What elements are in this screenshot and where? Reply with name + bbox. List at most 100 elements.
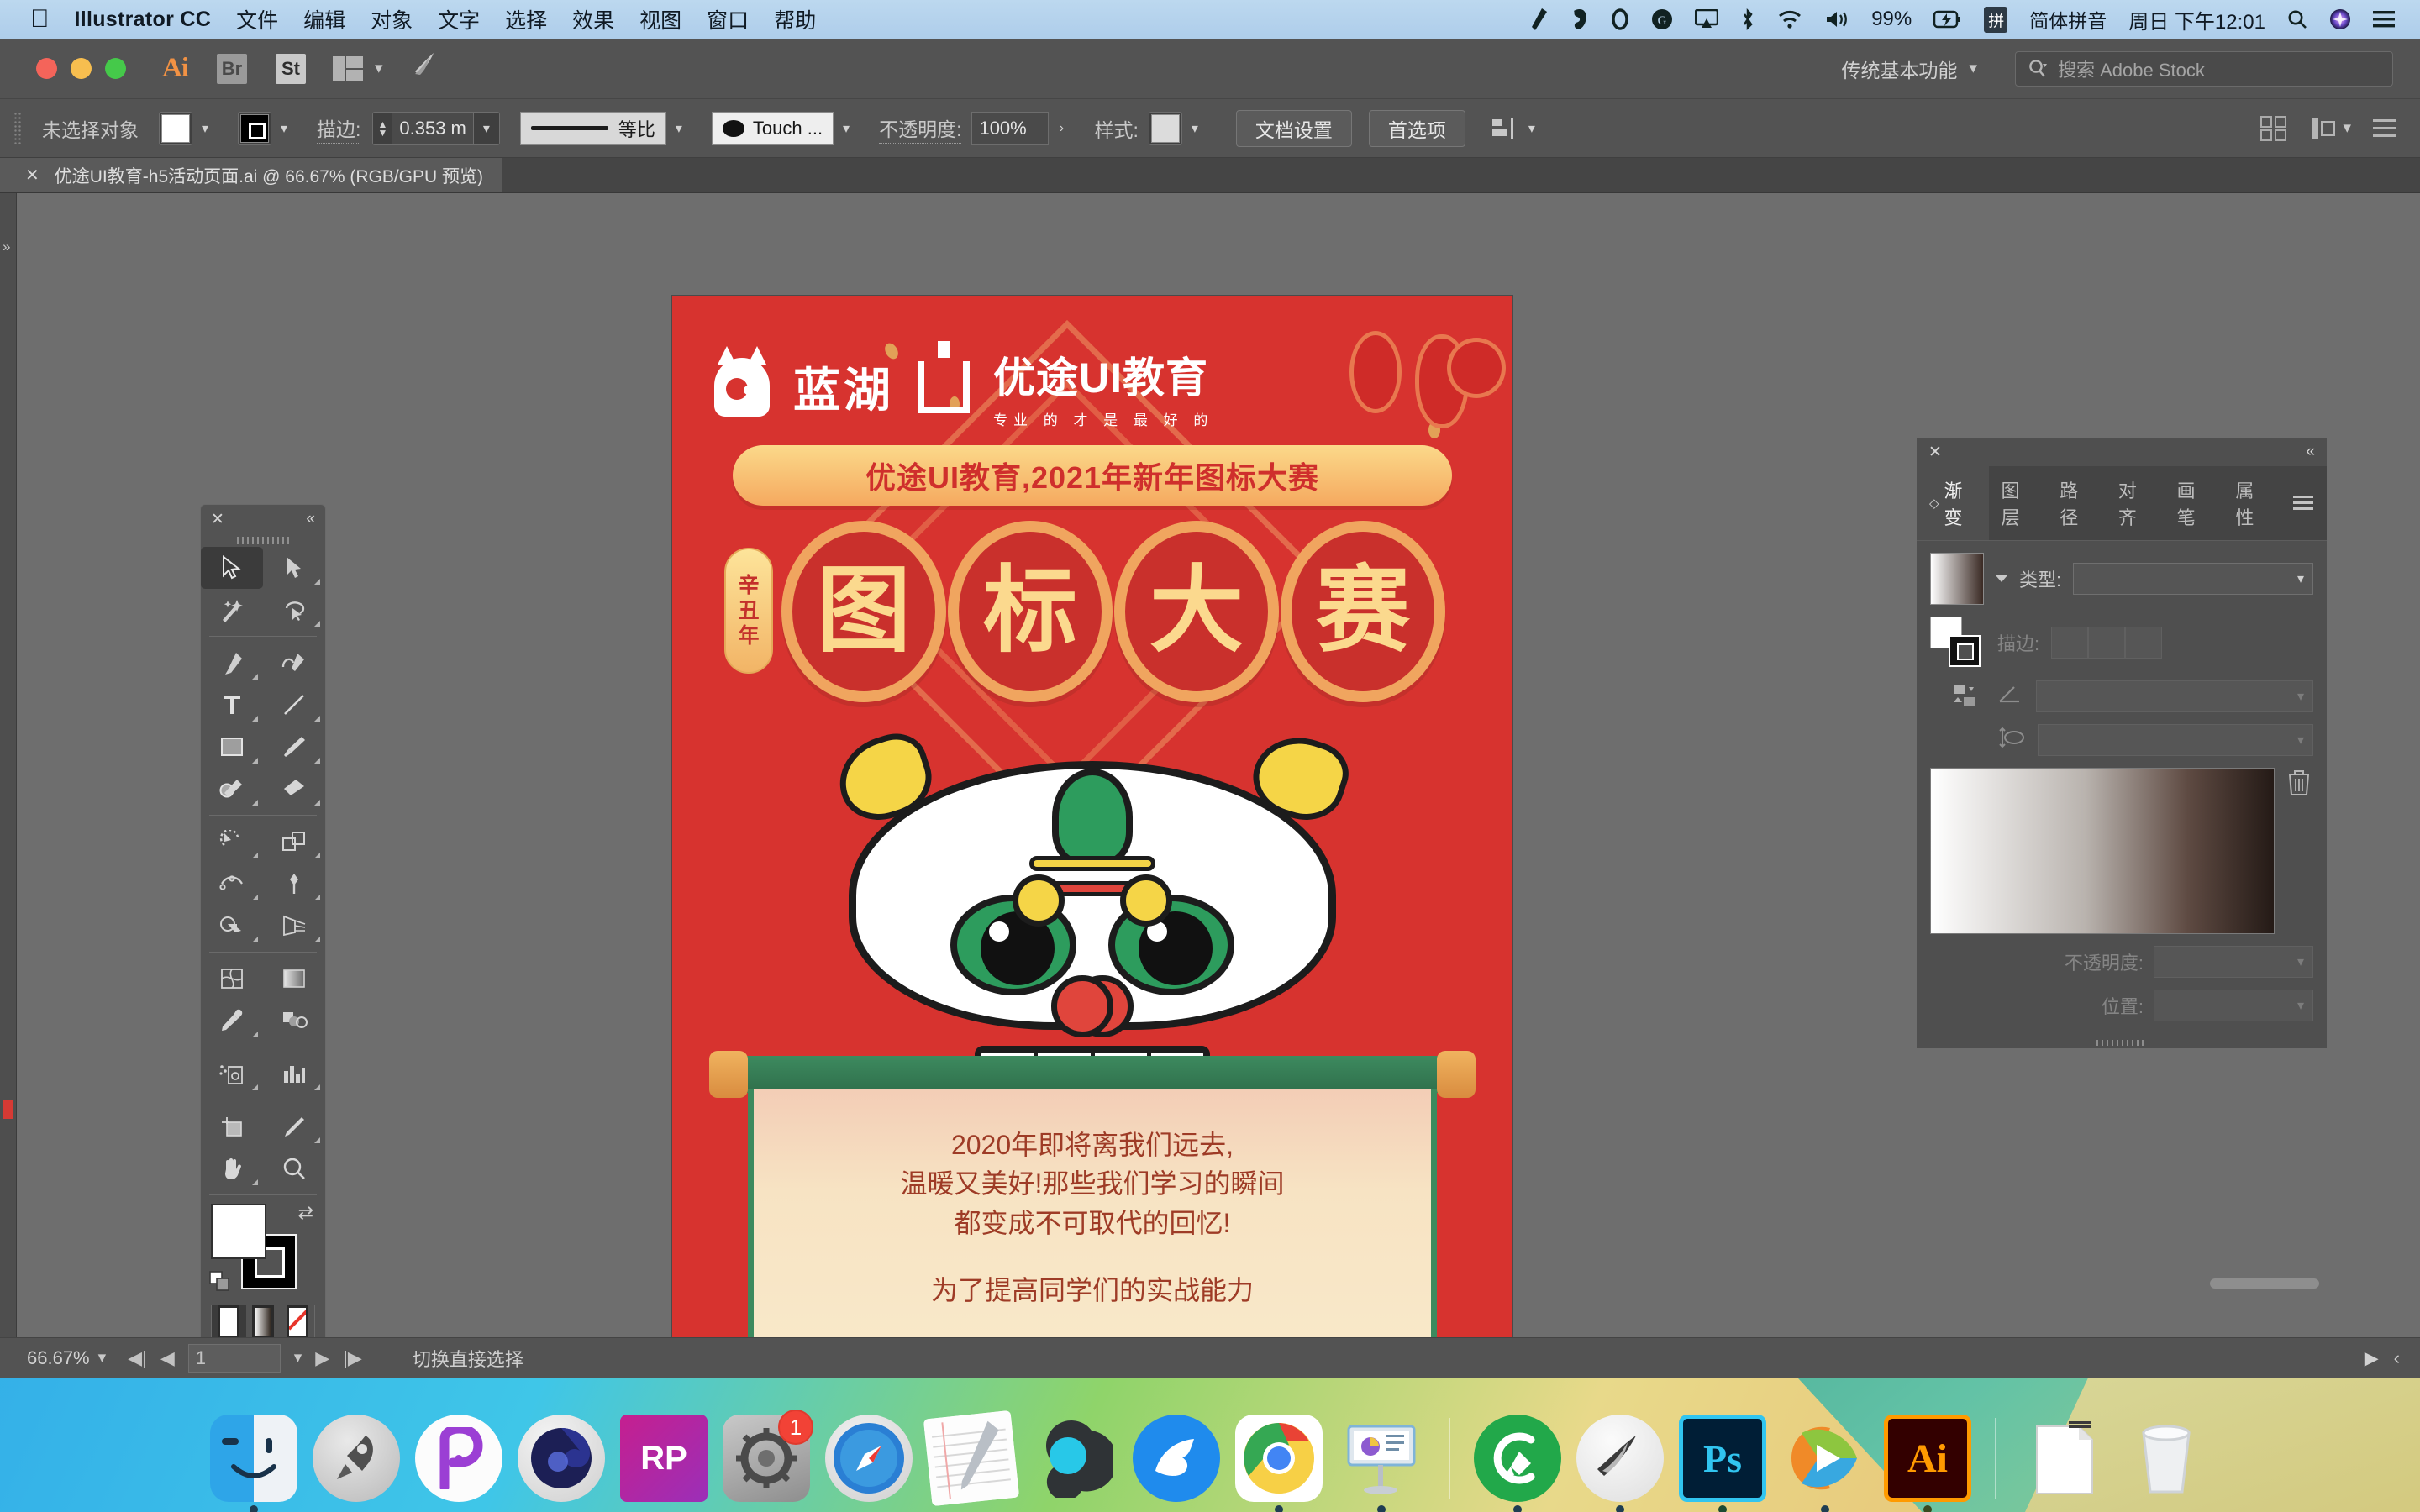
dock-item-pixso[interactable] xyxy=(413,1413,504,1504)
dock-item-illustrator[interactable]: Ai xyxy=(1882,1413,1973,1512)
chevron-down-icon[interactable]: ▾ xyxy=(1519,112,1544,145)
direct-selection-tool[interactable] xyxy=(263,547,325,589)
curvature-tool[interactable] xyxy=(263,642,325,684)
none-fill-button[interactable] xyxy=(280,1305,314,1337)
document-tab[interactable]: ✕ 优途UI教育-h5活动页面.ai @ 66.67% (RGB/GPU 预览) xyxy=(0,158,502,192)
scale-tool[interactable] xyxy=(263,821,325,863)
shaper-tool[interactable] xyxy=(201,768,263,810)
swap-fill-stroke-icon[interactable]: ⇄ xyxy=(298,1202,313,1224)
transform-grid-icon[interactable] xyxy=(2260,115,2289,141)
stock-button[interactable]: St xyxy=(276,53,306,84)
tab-gradient[interactable]: ◇ 渐变 xyxy=(1917,466,1989,540)
magic-wand-tool[interactable] xyxy=(201,589,263,631)
airplay-icon[interactable] xyxy=(1695,9,1719,29)
selection-tool[interactable] xyxy=(201,547,263,589)
rocket-leaf-icon[interactable] xyxy=(408,50,442,87)
maximize-window-button[interactable] xyxy=(105,58,126,79)
tab-brushes[interactable]: 画笔 xyxy=(2165,466,2223,540)
close-window-button[interactable] xyxy=(36,58,57,79)
collapsed-color-swatch[interactable] xyxy=(3,1100,13,1119)
menu-item-file[interactable]: 文件 xyxy=(236,4,278,34)
artboard-number-field[interactable]: 1 xyxy=(187,1343,281,1373)
left-collapsed-panel-rail[interactable]: » xyxy=(0,193,17,1337)
wifi-icon[interactable] xyxy=(1777,9,1802,29)
ime-chip[interactable]: 拼 xyxy=(1984,6,2008,33)
chevron-down-icon[interactable]: ▾ xyxy=(2343,118,2351,138)
symbol-sprayer-tool[interactable] xyxy=(201,1053,263,1095)
artboard-poster[interactable]: 蓝湖 优途UI教育 专业 的 才 是 最 好 的 优途UI教育,2021年新年图… xyxy=(672,296,1512,1337)
gradient-tool[interactable] xyxy=(263,958,325,1000)
tab-layers[interactable]: 图层 xyxy=(1989,466,2048,540)
dock-item-safari[interactable] xyxy=(823,1413,914,1504)
rectangle-tool[interactable] xyxy=(201,726,263,768)
menubar-app-name[interactable]: Illustrator CC xyxy=(75,8,212,32)
menu-item-object[interactable]: 对象 xyxy=(371,4,413,34)
chevron-down-icon[interactable]: ▾ xyxy=(474,112,499,145)
delete-stop-icon[interactable] xyxy=(2285,768,2313,802)
gradient-position-select[interactable]: ▾ xyxy=(2154,990,2313,1021)
dock-item-sketch-pen[interactable] xyxy=(1575,1413,1665,1512)
perspective-grid-tool[interactable] xyxy=(263,905,325,947)
tab-pathfinder[interactable]: 路径 xyxy=(2047,466,2106,540)
dock-item-photoshop[interactable]: Ps xyxy=(1677,1413,1768,1512)
grammarly-icon[interactable]: G xyxy=(1651,8,1673,30)
panel-menu-icon[interactable] xyxy=(2373,117,2398,140)
minimize-window-button[interactable] xyxy=(71,58,92,79)
puppet-warp-tool[interactable] xyxy=(263,863,325,905)
evernote-icon[interactable] xyxy=(1569,8,1589,30)
pen-tool-icon[interactable] xyxy=(1530,8,1548,30)
menu-item-type[interactable]: 文字 xyxy=(438,4,480,34)
previous-artboard-button[interactable]: ◀ xyxy=(160,1347,175,1369)
adobe-stock-search-input[interactable]: 搜索 Adobe Stock xyxy=(2015,50,2393,87)
next-artboard-button[interactable]: ▶ xyxy=(315,1347,329,1369)
graphic-style-control[interactable]: 样式: ▾ xyxy=(1094,111,1207,145)
paintbrush-tool[interactable] xyxy=(263,726,325,768)
close-icon[interactable]: ✕ xyxy=(25,165,39,186)
menu-item-effect[interactable]: 效果 xyxy=(572,4,614,34)
rotate-tool[interactable] xyxy=(201,821,263,863)
chevron-down-icon[interactable]: ▾ xyxy=(271,112,297,145)
stroke-along-button[interactable] xyxy=(2088,627,2126,659)
bridge-button[interactable]: Br xyxy=(217,53,247,84)
stroke-profile-control[interactable]: 等比 ▾ xyxy=(519,111,692,145)
opacity-control[interactable]: 不透明度: 100% › xyxy=(879,111,1074,145)
gradient-type-select[interactable]: ▾ xyxy=(2073,563,2313,595)
volume-icon[interactable] xyxy=(1824,9,1849,29)
dock-item-chrome[interactable] xyxy=(1234,1413,1324,1512)
ime-name-label[interactable]: 简体拼音 xyxy=(2029,5,2107,34)
canvas-area[interactable]: » 蓝湖 优途UI教育 专业 的 才 是 最 好 的 优途UI教育,2021年新… xyxy=(0,193,2420,1337)
chevron-down-icon[interactable]: ▾ xyxy=(1182,112,1207,145)
tools-panel-grip[interactable] xyxy=(201,533,325,547)
slice-tool[interactable] xyxy=(263,1105,325,1147)
menu-item-view[interactable]: 视图 xyxy=(639,4,681,34)
battery-icon[interactable] xyxy=(1933,10,1962,29)
document-setup-button[interactable]: 文档设置 xyxy=(1235,109,1352,147)
bluetooth-icon[interactable] xyxy=(1740,8,1755,30)
dock-item-notes[interactable] xyxy=(923,1410,1020,1507)
opacity-flyout-arrow[interactable]: › xyxy=(1049,112,1074,145)
pen-tool[interactable] xyxy=(201,642,263,684)
gradient-preview-thumbnail[interactable] xyxy=(1930,553,1984,605)
dock-item-trash[interactable] xyxy=(2121,1413,2212,1504)
dock-item-keynote[interactable] xyxy=(1336,1413,1427,1512)
line-segment-tool[interactable] xyxy=(263,684,325,726)
dock-item-tencent-video[interactable] xyxy=(1780,1413,1870,1512)
first-artboard-button[interactable]: ◀| xyxy=(128,1347,147,1369)
close-icon[interactable]: ✕ xyxy=(1928,443,1942,462)
fill-color-control[interactable]: ▾ xyxy=(159,111,218,145)
last-artboard-button[interactable]: |▶ xyxy=(343,1347,362,1369)
lasso-tool[interactable] xyxy=(263,589,325,631)
close-icon[interactable]: ✕ xyxy=(211,510,224,529)
stroke-within-button[interactable] xyxy=(2051,627,2089,659)
arrange-documents-button[interactable]: ▾ xyxy=(333,55,383,81)
dock-item-cinema4d[interactable] xyxy=(516,1413,607,1504)
menu-item-edit[interactable]: 编辑 xyxy=(303,4,345,34)
stroke-weight-stepper[interactable]: ▲ ▼ xyxy=(373,119,392,138)
expand-panel-icon[interactable]: » xyxy=(3,239,10,255)
chevron-down-icon[interactable]: ▾ xyxy=(666,112,692,145)
chevron-down-icon[interactable] xyxy=(1996,575,2007,582)
mesh-tool[interactable] xyxy=(201,958,263,1000)
gradient-panel[interactable]: ✕ « ◇ 渐变 图层 路径 对齐 画笔 属性 类型: ▾ 描边: ▾ ▾ 不透… xyxy=(1916,437,2328,1049)
dock-item-documents-stack[interactable] xyxy=(2018,1413,2109,1504)
dock-item-launchpad[interactable] xyxy=(311,1413,402,1504)
